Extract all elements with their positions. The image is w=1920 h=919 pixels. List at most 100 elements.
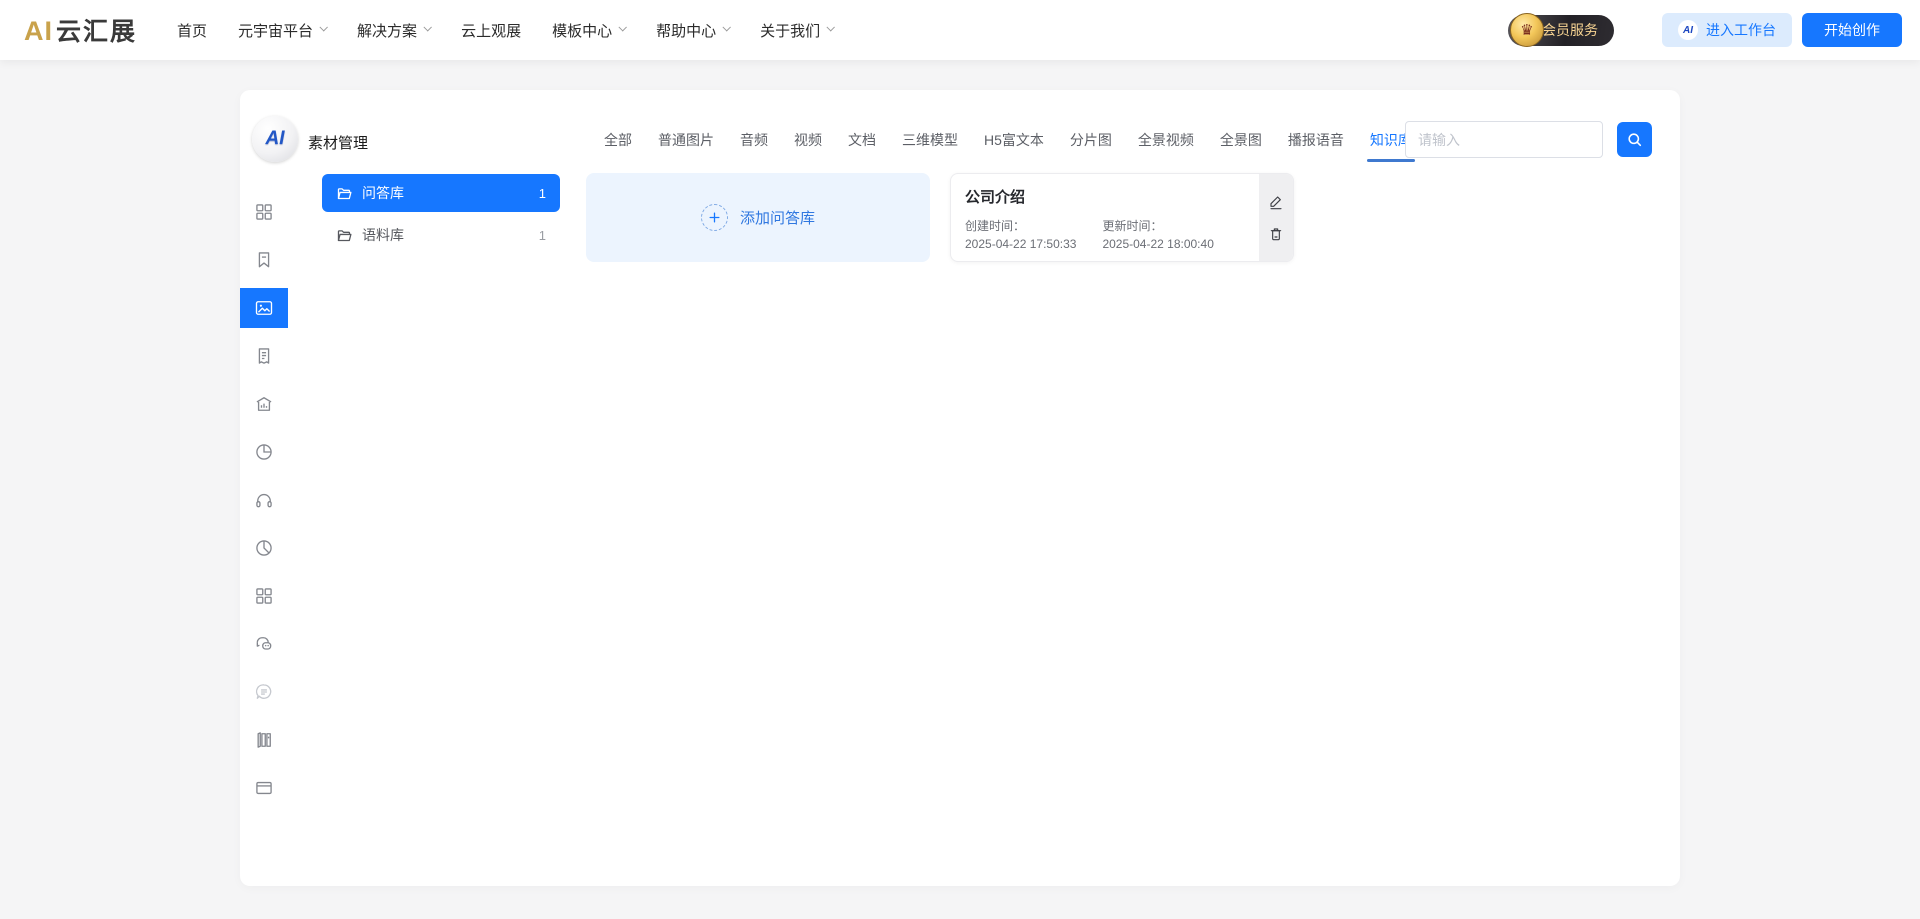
plus-icon [701,204,728,231]
sidebar-item-audio[interactable] [240,480,288,520]
exhibition-hall-icon [254,394,274,414]
sidebar-item-images[interactable] [240,288,288,328]
updated-time-value: 2025-04-22 18:00:40 [1102,235,1213,253]
folder-count: 1 [539,186,546,201]
app-avatar: AI [252,116,298,162]
folder-label: 语料库 [362,225,404,245]
nav-item-help-center[interactable]: 帮助中心 [656,20,729,41]
sidebar-item-comments[interactable] [240,672,288,712]
member-service-button[interactable]: ♛ 会员服务 [1508,15,1614,46]
folder-item-qa-library[interactable]: 问答库 1 [322,174,560,212]
nav-item-about-us[interactable]: 关于我们 [760,20,833,41]
sidebar-item-documents[interactable] [240,336,288,376]
created-time: 创建时间： 2025-04-22 17:50:33 [965,217,1076,253]
tab-broadcast-voice[interactable]: 播报语音 [1288,130,1344,150]
search-box [1405,121,1603,158]
knowledge-card-body: 公司介绍 创建时间： 2025-04-22 17:50:33 更新时间： 202… [951,174,1259,261]
updated-time: 更新时间： 2025-04-22 18:00:40 [1102,217,1213,253]
pie-chart-icon-2 [254,538,274,558]
brand-logo[interactable]: AI 云汇展 [24,12,137,48]
brand-logo-name: 云汇展 [56,12,137,48]
chevron-down-icon [723,23,731,31]
edit-pencil-icon [1268,194,1284,210]
sidebar-item-bookmark[interactable] [240,240,288,280]
updated-time-label: 更新时间： [1102,217,1213,235]
add-qa-library-label: 添加问答库 [740,207,815,228]
grid-icon [254,202,274,222]
tab-panorama-image[interactable]: 全景图 [1220,130,1262,150]
nav-item-label: 关于我们 [760,20,820,41]
bookmark-icon [254,250,274,270]
tab-3d-models[interactable]: 三维模型 [902,130,958,150]
tab-all[interactable]: 全部 [604,130,632,150]
enter-workspace-label: 进入工作台 [1706,20,1776,40]
tab-video[interactable]: 视频 [794,130,822,150]
sidebar-item-browser[interactable] [240,768,288,808]
tab-normal-images[interactable]: 普通图片 [658,130,714,150]
nav-item-label: 元宇宙平台 [238,20,313,41]
sidebar-item-apps[interactable] [240,576,288,616]
nav-item-label: 解决方案 [357,20,417,41]
topbar-actions: ♛ 会员服务 AI 进入工作台 开始创作 [1508,13,1902,47]
knowledge-card-times: 创建时间： 2025-04-22 17:50:33 更新时间： 2025-04-… [965,217,1245,253]
image-icon [254,298,274,318]
folder-label: 问答库 [362,183,404,203]
search-button[interactable] [1617,122,1652,157]
folder-count: 1 [539,228,546,243]
folder-icon [336,227,353,244]
created-time-value: 2025-04-22 17:50:33 [965,235,1076,253]
chevron-down-icon [619,23,627,31]
material-type-tabs: 全部 普通图片 音频 视频 文档 三维模型 H5富文本 分片图 全景视频 全景图… [604,122,1412,158]
browser-window-icon [254,778,274,798]
knowledge-folder-list: 问答库 1 语料库 1 [322,174,560,258]
tab-panorama-video[interactable]: 全景视频 [1138,130,1194,150]
search-icon [1626,131,1643,148]
search-input[interactable] [1418,132,1590,148]
nav-item-label: 云上观展 [461,20,521,41]
main-nav: 首页 元宇宙平台 解决方案 云上观展 模板中心 帮助中心 关于我们 [177,20,833,41]
sidebar-item-exhibition-hall[interactable] [240,384,288,424]
trash-icon [1268,226,1284,242]
brand-logo-ai: AI [24,16,53,47]
headphones-icon [254,490,274,510]
tab-h5-richtext[interactable]: H5富文本 [984,130,1044,150]
sidebar-item-grid[interactable] [240,192,288,232]
page-title: 素材管理 [308,132,368,153]
nav-item-metaverse-platform[interactable]: 元宇宙平台 [238,20,326,41]
knowledge-card-title: 公司介绍 [965,186,1245,207]
delete-button[interactable] [1268,226,1284,242]
receipt-icon [254,346,274,366]
top-navigation-bar: AI 云汇展 首页 元宇宙平台 解决方案 云上观展 模板中心 帮助中心 关于我们… [0,0,1920,60]
tab-audio[interactable]: 音频 [740,130,768,150]
add-qa-library-button[interactable]: 添加问答库 [586,173,930,262]
edit-button[interactable] [1268,194,1284,210]
nav-item-online-exhibition[interactable]: 云上观展 [461,20,521,41]
chat-bot-icon [254,634,274,654]
grid-icon-2 [254,586,274,606]
chevron-down-icon [424,23,432,31]
material-management-panel: AI 素材管理 全部 普通图片 音频 视频 文档 三维模型 H5富文本 分片图 … [240,90,1680,886]
nav-item-label: 模板中心 [552,20,612,41]
tab-documents[interactable]: 文档 [848,130,876,150]
library-icon [254,730,274,750]
workspace-logo-icon: AI [1678,20,1698,40]
sidebar-item-statistics[interactable] [240,528,288,568]
message-icon [254,682,274,702]
nav-item-label: 帮助中心 [656,20,716,41]
sidebar-item-chat-bot[interactable] [240,624,288,664]
sidebar-item-library[interactable] [240,720,288,760]
app-avatar-monogram: AI [266,128,285,150]
nav-item-home[interactable]: 首页 [177,20,207,41]
start-creating-button[interactable]: 开始创作 [1802,13,1902,47]
chevron-down-icon [827,23,835,31]
folder-icon [336,185,353,202]
knowledge-card-actions [1259,174,1293,261]
pie-chart-icon [254,442,274,462]
nav-item-solutions[interactable]: 解决方案 [357,20,430,41]
nav-item-label: 首页 [177,20,207,41]
sidebar-item-analytics[interactable] [240,432,288,472]
enter-workspace-button[interactable]: AI 进入工作台 [1662,13,1792,47]
tab-tiled-images[interactable]: 分片图 [1070,130,1112,150]
nav-item-template-center[interactable]: 模板中心 [552,20,625,41]
folder-item-corpus-library[interactable]: 语料库 1 [322,216,560,254]
